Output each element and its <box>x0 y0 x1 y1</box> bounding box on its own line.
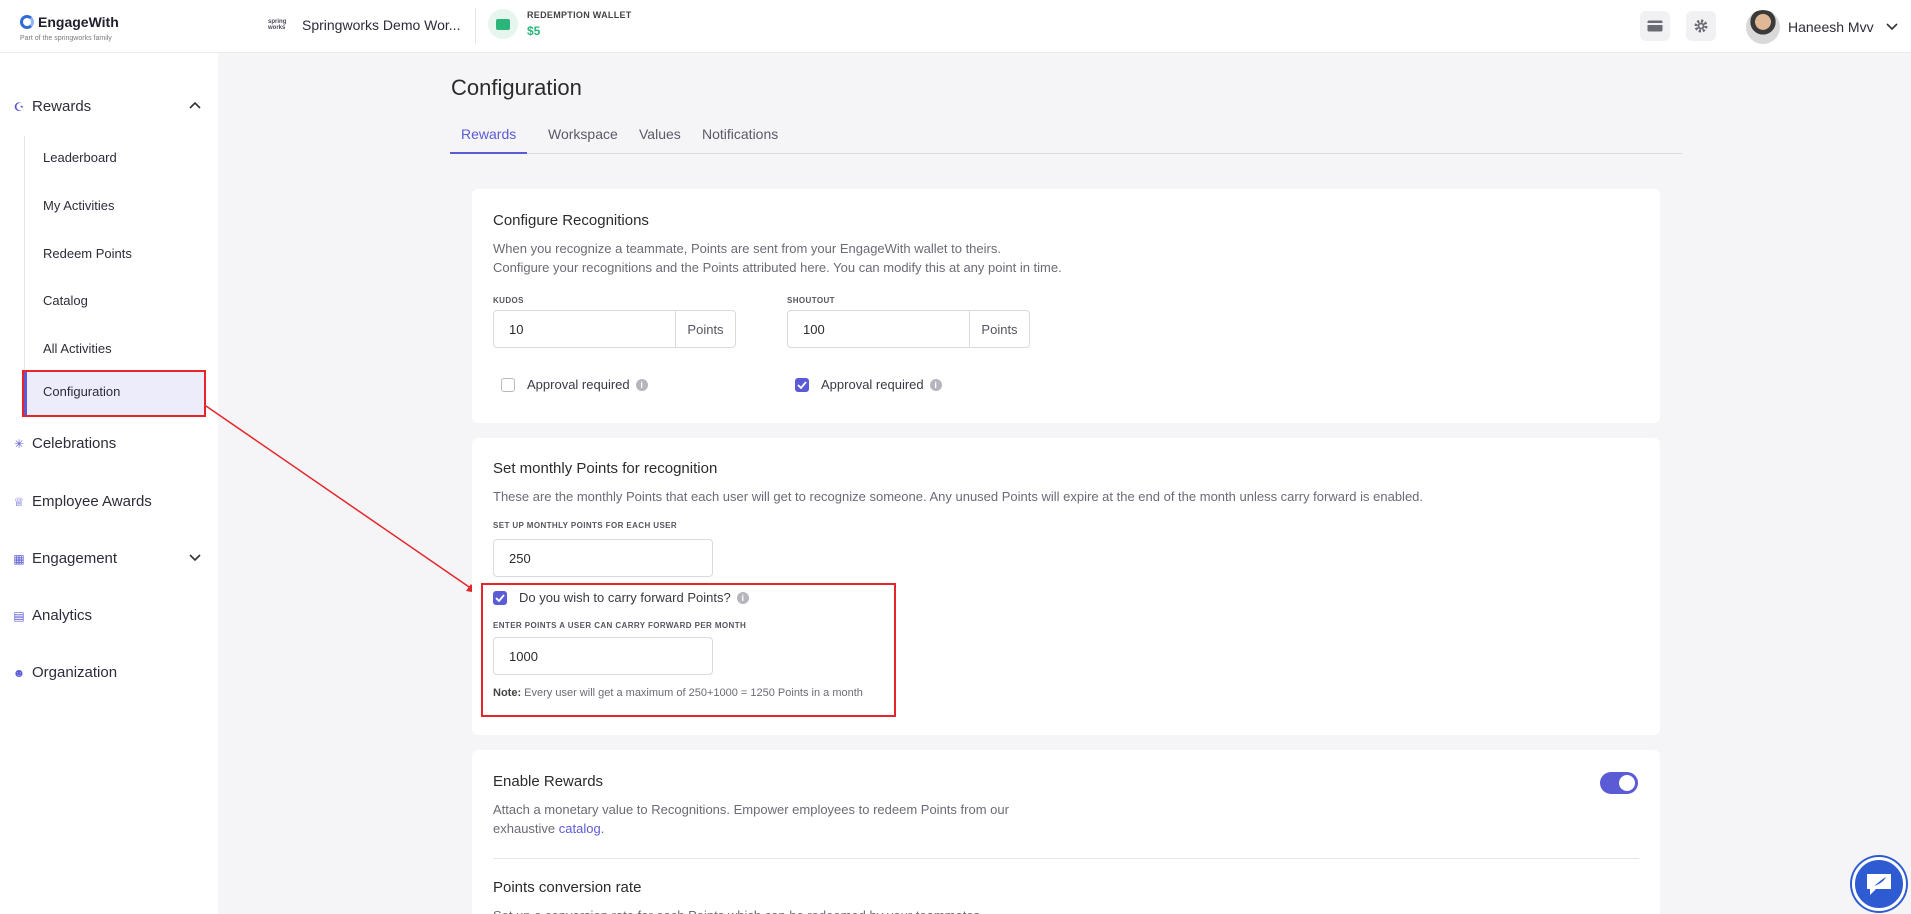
conversion-title: Points conversion rate <box>493 879 642 896</box>
input-value: 250 <box>509 551 531 566</box>
checkbox-label: Approval required <box>821 377 924 392</box>
input-suffix: Points <box>675 311 735 347</box>
enable-rewards-toggle[interactable] <box>1600 772 1638 794</box>
tab-workspace[interactable]: Workspace <box>537 126 629 154</box>
catalog-link[interactable]: catalog. <box>559 821 605 836</box>
checkbox-unchecked[interactable] <box>501 377 515 392</box>
kudos-approval-checkbox[interactable]: Approval required i <box>501 377 648 392</box>
shoutout-approval-checkbox[interactable]: Approval required i <box>795 377 942 392</box>
kudos-points-input[interactable]: 10 Points <box>493 310 736 348</box>
card-title: Enable Rewards <box>493 773 604 790</box>
card-description: These are the monthly Points that each u… <box>493 489 1424 504</box>
toggle-knob <box>1619 775 1635 791</box>
page-title: Configuration <box>451 75 582 100</box>
tab-notifications[interactable]: Notifications <box>691 126 789 154</box>
shoutout-points-input[interactable]: 100 Points <box>787 310 1030 348</box>
enable-rewards-card: Enable Rewards Attach a monetary value t… <box>472 750 1660 914</box>
checkbox-checked[interactable] <box>795 377 809 392</box>
info-icon[interactable]: i <box>635 378 648 391</box>
section-divider <box>493 858 1639 859</box>
tab-values[interactable]: Values <box>628 126 692 154</box>
config-tabs: Rewards Workspace Values Notifications <box>450 126 1682 154</box>
desc-text: exhaustive <box>493 821 556 836</box>
kudos-label: KUDOS <box>493 296 524 305</box>
card-title: Set monthly Points for recognition <box>493 460 718 477</box>
card-title: Configure Recognitions <box>493 212 649 229</box>
configure-recognitions-card: Configure Recognitions When you recogniz… <box>472 189 1660 423</box>
checkbox-label: Approval required <box>527 377 630 392</box>
monthly-points-label: SET UP MONTHLY POINTS FOR EACH USER <box>493 521 678 530</box>
card-description: When you recognize a teammate, Points ar… <box>493 241 1001 256</box>
highlight-box-carry-forward <box>481 583 896 717</box>
card-description: Attach a monetary value to Recognitions.… <box>493 802 1009 817</box>
shoutout-label: SHOUTOUT <box>787 296 835 305</box>
card-description-line2: exhaustive catalog. <box>493 819 604 838</box>
tab-rewards[interactable]: Rewards <box>450 126 528 154</box>
monthly-points-input[interactable]: 250 <box>493 539 713 577</box>
chat-support-button[interactable] <box>1852 857 1906 911</box>
card-description: Configure your recognitions and the Poin… <box>493 260 1062 275</box>
input-suffix: Points <box>969 311 1029 347</box>
info-icon[interactable]: i <box>929 378 942 391</box>
conversion-description: Set up a conversion rate for each Points… <box>493 906 984 914</box>
input-value: 100 <box>803 322 825 337</box>
input-value: 10 <box>509 322 524 337</box>
checkmark-icon <box>797 380 807 389</box>
chat-bubble-icon <box>1867 874 1891 895</box>
